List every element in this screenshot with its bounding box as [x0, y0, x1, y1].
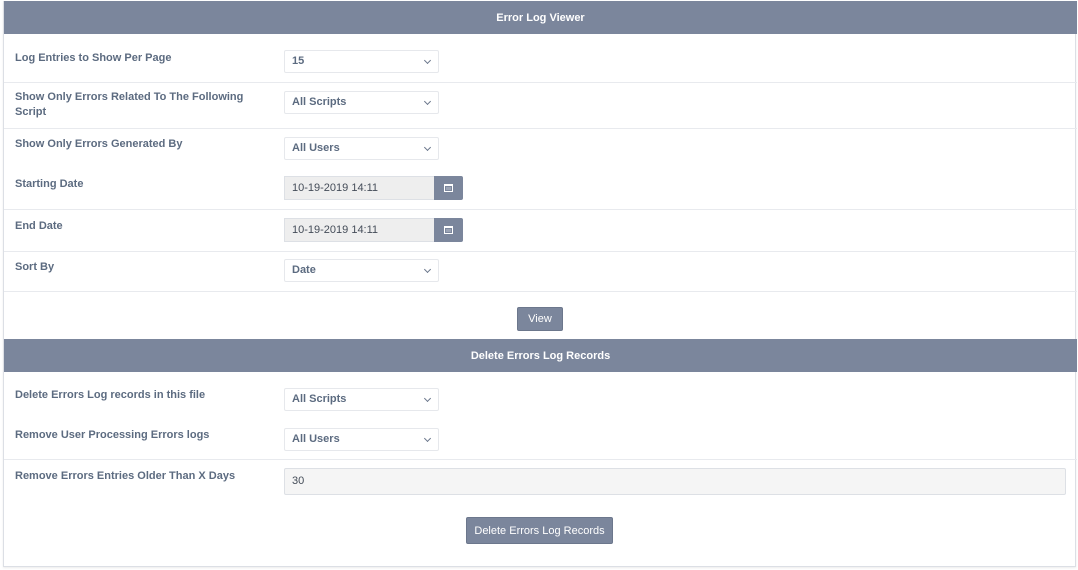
remove-user-select[interactable]: All Users: [284, 428, 439, 451]
older-than-days-input[interactable]: 30: [284, 468, 1066, 495]
chevron-down-icon: [423, 97, 432, 106]
generated-by-select[interactable]: All Users: [284, 137, 439, 160]
per-page-row: Log Entries to Show Per Page 15: [4, 34, 1077, 82]
delete-file-row: Delete Errors Log records in this file A…: [4, 372, 1077, 415]
per-page-label: Log Entries to Show Per Page: [15, 52, 172, 64]
chevron-down-icon: [423, 434, 432, 443]
sort-by-row: Sort By Date: [4, 251, 1077, 291]
start-date-row: Starting Date 10-19-2019 14:11: [4, 168, 1077, 209]
sort-by-label: Sort By: [15, 261, 55, 273]
per-page-select[interactable]: 15: [284, 50, 439, 73]
calendar-icon: [444, 226, 453, 234]
sort-by-select[interactable]: Date: [284, 259, 439, 282]
remove-user-label: Remove User Processing Errors logs: [15, 429, 210, 441]
older-than-row: Remove Errors Entries Older Than X Days …: [4, 459, 1077, 501]
error-log-viewer-title: Error Log Viewer: [496, 11, 585, 24]
start-date-label: Starting Date: [15, 178, 84, 190]
delete-file-select[interactable]: All Scripts: [284, 388, 439, 411]
sort-by-value: Date: [292, 264, 316, 276]
error-log-viewer-header: Error Log Viewer: [4, 1, 1077, 34]
delete-file-value: All Scripts: [292, 393, 347, 405]
end-date-row: End Date 10-19-2019 14:11: [4, 209, 1077, 251]
delete-errors-button[interactable]: Delete Errors Log Records: [466, 517, 613, 544]
chevron-down-icon: [423, 143, 432, 152]
end-date-input[interactable]: 10-19-2019 14:11: [284, 218, 434, 242]
delete-errors-title: Delete Errors Log Records: [470, 349, 611, 362]
chevron-down-icon: [423, 265, 432, 274]
generated-by-row: Show Only Errors Generated By All Users: [4, 128, 1077, 168]
script-row: Show Only Errors Related To The Followin…: [4, 82, 1077, 128]
script-select[interactable]: All Scripts: [284, 91, 439, 114]
view-button[interactable]: View: [517, 307, 563, 331]
view-button-row: View: [4, 291, 1077, 339]
end-date-calendar-button[interactable]: [434, 218, 463, 242]
generated-by-value: All Users: [292, 142, 340, 154]
end-date-label: End Date: [15, 220, 63, 232]
remove-user-row: Remove User Processing Errors logs All U…: [4, 415, 1077, 459]
chevron-down-icon: [423, 56, 432, 65]
delete-errors-header: Delete Errors Log Records: [4, 339, 1077, 372]
delete-file-label: Delete Errors Log records in this file: [15, 389, 206, 401]
start-date-calendar-button[interactable]: [434, 176, 463, 200]
calendar-icon: [444, 184, 453, 192]
per-page-value: 15: [292, 55, 305, 67]
script-value: All Scripts: [292, 96, 347, 108]
remove-user-value: All Users: [292, 433, 340, 445]
older-than-label: Remove Errors Entries Older Than X Days: [15, 470, 236, 482]
generated-by-label: Show Only Errors Generated By: [15, 138, 183, 150]
start-date-input[interactable]: 10-19-2019 14:11: [284, 176, 434, 200]
error-log-panel: Error Log Viewer Log Entries to Show Per…: [3, 1, 1077, 567]
script-label: Show Only Errors Related To The Followin…: [15, 91, 244, 118]
chevron-down-icon: [423, 394, 432, 403]
